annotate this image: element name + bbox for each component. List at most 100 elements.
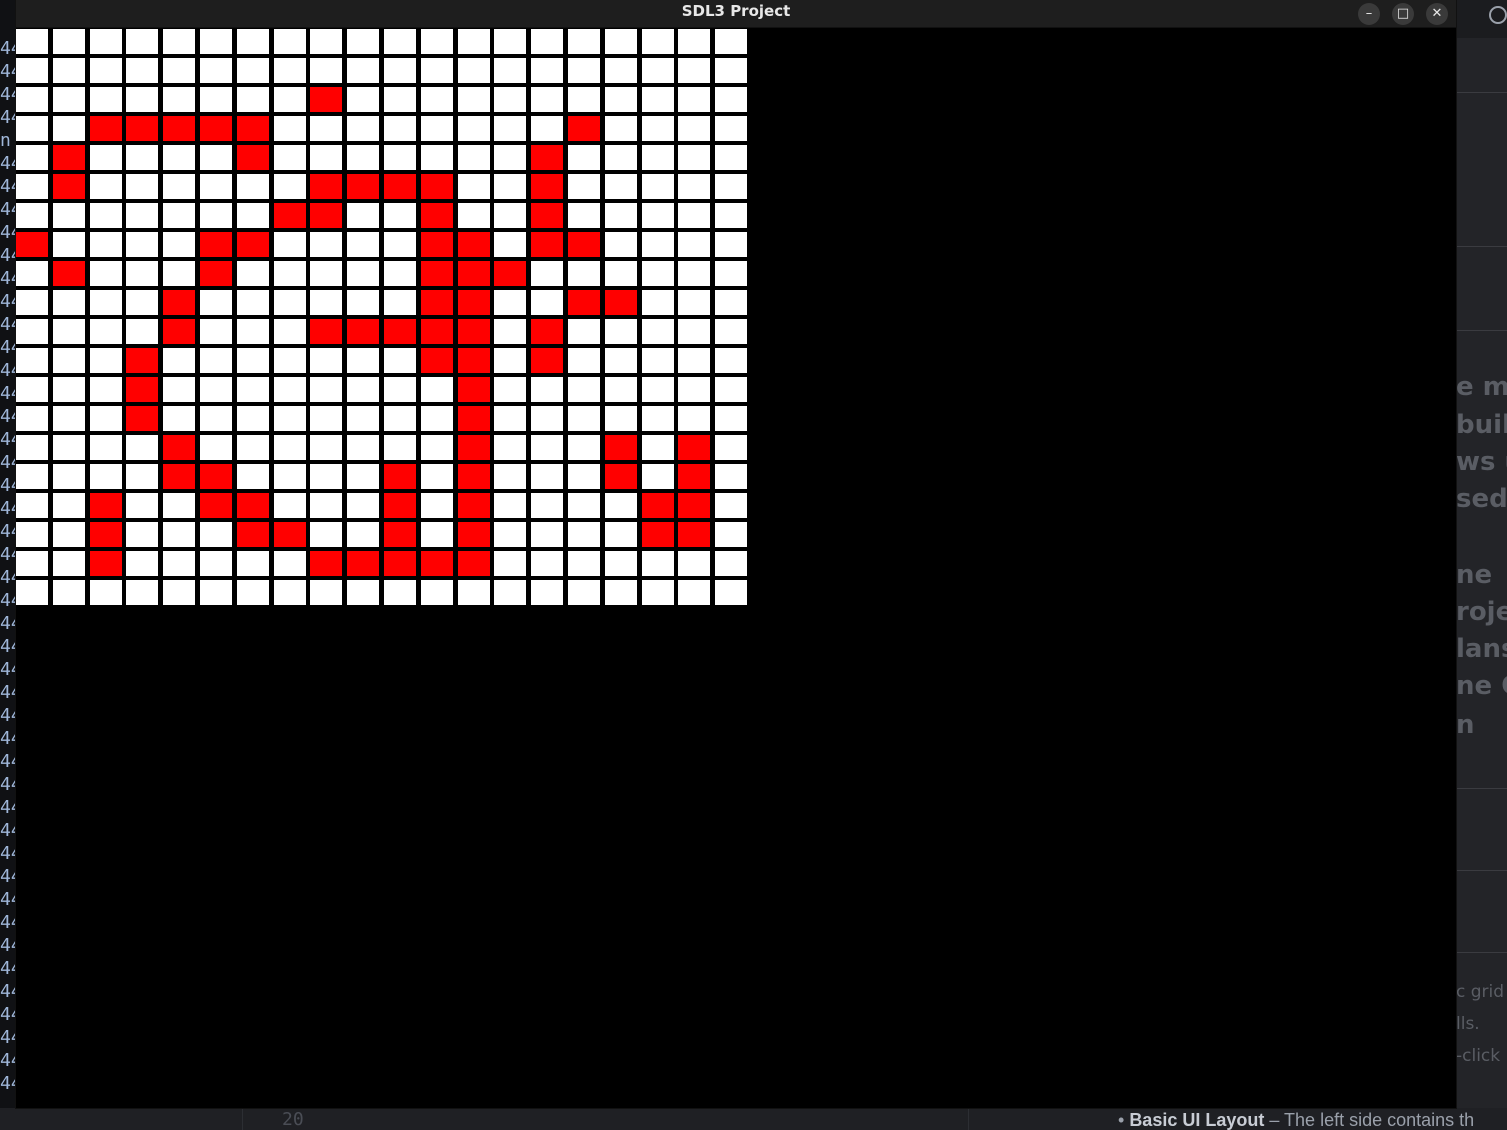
grid-cell-r0-c9[interactable] <box>347 29 379 54</box>
grid-cell-r6-c5[interactable] <box>200 203 232 228</box>
grid-cell-r7-c8[interactable] <box>310 232 342 257</box>
grid-cell-r19-c13[interactable] <box>494 580 526 605</box>
grid-cell-r11-c2[interactable] <box>90 348 122 373</box>
grid-cell-r5-c1[interactable] <box>53 174 85 199</box>
grid-cell-r15-c1[interactable] <box>53 464 85 489</box>
grid-cell-r18-c15[interactable] <box>568 551 600 576</box>
grid-cell-r3-c13[interactable] <box>494 116 526 141</box>
grid-cell-r11-c13[interactable] <box>494 348 526 373</box>
grid-cell-r6-c14[interactable] <box>531 203 563 228</box>
grid-cell-r5-c17[interactable] <box>642 174 674 199</box>
grid-cell-r13-c10[interactable] <box>384 406 416 431</box>
grid-cell-r6-c8[interactable] <box>310 203 342 228</box>
grid-cell-r0-c10[interactable] <box>384 29 416 54</box>
grid-cell-r10-c3[interactable] <box>126 319 158 344</box>
grid-cell-r11-c15[interactable] <box>568 348 600 373</box>
grid-cell-r13-c0[interactable] <box>16 406 48 431</box>
grid-cell-r0-c16[interactable] <box>605 29 637 54</box>
grid-cell-r8-c9[interactable] <box>347 261 379 286</box>
grid-cell-r0-c6[interactable] <box>237 29 269 54</box>
grid-cell-r9-c11[interactable] <box>421 290 453 315</box>
grid-cell-r4-c14[interactable] <box>531 145 563 170</box>
grid-cell-r17-c7[interactable] <box>274 522 306 547</box>
grid-cell-r1-c8[interactable] <box>310 58 342 83</box>
grid-cell-r10-c8[interactable] <box>310 319 342 344</box>
grid-cell-r16-c4[interactable] <box>163 493 195 518</box>
grid-cell-r14-c16[interactable] <box>605 435 637 460</box>
grid-cell-r3-c16[interactable] <box>605 116 637 141</box>
grid-cell-r5-c14[interactable] <box>531 174 563 199</box>
grid-cell-r18-c8[interactable] <box>310 551 342 576</box>
grid-cell-r3-c8[interactable] <box>310 116 342 141</box>
grid-cell-r18-c16[interactable] <box>605 551 637 576</box>
grid-cell-r8-c10[interactable] <box>384 261 416 286</box>
grid-cell-r19-c16[interactable] <box>605 580 637 605</box>
grid-cell-r10-c11[interactable] <box>421 319 453 344</box>
grid-cell-r19-c9[interactable] <box>347 580 379 605</box>
grid-cell-r2-c4[interactable] <box>163 87 195 112</box>
grid-cell-r12-c1[interactable] <box>53 377 85 402</box>
grid-cell-r10-c0[interactable] <box>16 319 48 344</box>
grid-cell-r6-c19[interactable] <box>715 203 747 228</box>
grid-cell-r8-c16[interactable] <box>605 261 637 286</box>
grid-cell-r18-c2[interactable] <box>90 551 122 576</box>
grid-cell-r14-c9[interactable] <box>347 435 379 460</box>
maximize-button[interactable]: □ <box>1392 3 1414 25</box>
grid-cell-r1-c12[interactable] <box>458 58 490 83</box>
grid-cell-r7-c1[interactable] <box>53 232 85 257</box>
grid-cell-r0-c15[interactable] <box>568 29 600 54</box>
grid-cell-r0-c14[interactable] <box>531 29 563 54</box>
grid-cell-r16-c8[interactable] <box>310 493 342 518</box>
grid-cell-r2-c13[interactable] <box>494 87 526 112</box>
grid-cell-r5-c10[interactable] <box>384 174 416 199</box>
grid-cell-r7-c16[interactable] <box>605 232 637 257</box>
grid-cell-r17-c12[interactable] <box>458 522 490 547</box>
grid-cell-r5-c5[interactable] <box>200 174 232 199</box>
grid-cell-r2-c9[interactable] <box>347 87 379 112</box>
grid-cell-r1-c9[interactable] <box>347 58 379 83</box>
grid-cell-r8-c0[interactable] <box>16 261 48 286</box>
grid-cell-r18-c4[interactable] <box>163 551 195 576</box>
grid-cell-r15-c2[interactable] <box>90 464 122 489</box>
grid-cell-r11-c16[interactable] <box>605 348 637 373</box>
grid-cell-r18-c3[interactable] <box>126 551 158 576</box>
grid-cell-r17-c17[interactable] <box>642 522 674 547</box>
grid-cell-r11-c5[interactable] <box>200 348 232 373</box>
grid-cell-r16-c2[interactable] <box>90 493 122 518</box>
grid-cell-r16-c19[interactable] <box>715 493 747 518</box>
grid-cell-r6-c15[interactable] <box>568 203 600 228</box>
grid-cell-r7-c13[interactable] <box>494 232 526 257</box>
grid-cell-r4-c16[interactable] <box>605 145 637 170</box>
grid-cell-r6-c18[interactable] <box>678 203 710 228</box>
grid-cell-r18-c13[interactable] <box>494 551 526 576</box>
grid-cell-r15-c15[interactable] <box>568 464 600 489</box>
grid-cell-r17-c15[interactable] <box>568 522 600 547</box>
grid-cell-r15-c14[interactable] <box>531 464 563 489</box>
grid-cell-r18-c11[interactable] <box>421 551 453 576</box>
grid-cell-r18-c7[interactable] <box>274 551 306 576</box>
grid-cell-r1-c1[interactable] <box>53 58 85 83</box>
grid-cell-r8-c15[interactable] <box>568 261 600 286</box>
grid-cell-r0-c4[interactable] <box>163 29 195 54</box>
grid-cell-r6-c2[interactable] <box>90 203 122 228</box>
grid-cell-r15-c17[interactable] <box>642 464 674 489</box>
grid-cell-r7-c4[interactable] <box>163 232 195 257</box>
grid-cell-r0-c8[interactable] <box>310 29 342 54</box>
grid-cell-r8-c4[interactable] <box>163 261 195 286</box>
grid-cell-r4-c4[interactable] <box>163 145 195 170</box>
grid-cell-r9-c3[interactable] <box>126 290 158 315</box>
grid-cell-r14-c17[interactable] <box>642 435 674 460</box>
grid-cell-r14-c4[interactable] <box>163 435 195 460</box>
grid-cell-r8-c2[interactable] <box>90 261 122 286</box>
grid-cell-r2-c1[interactable] <box>53 87 85 112</box>
grid-cell-r1-c7[interactable] <box>274 58 306 83</box>
grid-cell-r13-c12[interactable] <box>458 406 490 431</box>
grid-cell-r6-c16[interactable] <box>605 203 637 228</box>
grid-cell-r7-c6[interactable] <box>237 232 269 257</box>
grid-cell-r12-c19[interactable] <box>715 377 747 402</box>
grid-cell-r3-c19[interactable] <box>715 116 747 141</box>
grid-cell-r0-c5[interactable] <box>200 29 232 54</box>
grid-cell-r4-c15[interactable] <box>568 145 600 170</box>
grid-cell-r3-c9[interactable] <box>347 116 379 141</box>
grid-cell-r19-c17[interactable] <box>642 580 674 605</box>
